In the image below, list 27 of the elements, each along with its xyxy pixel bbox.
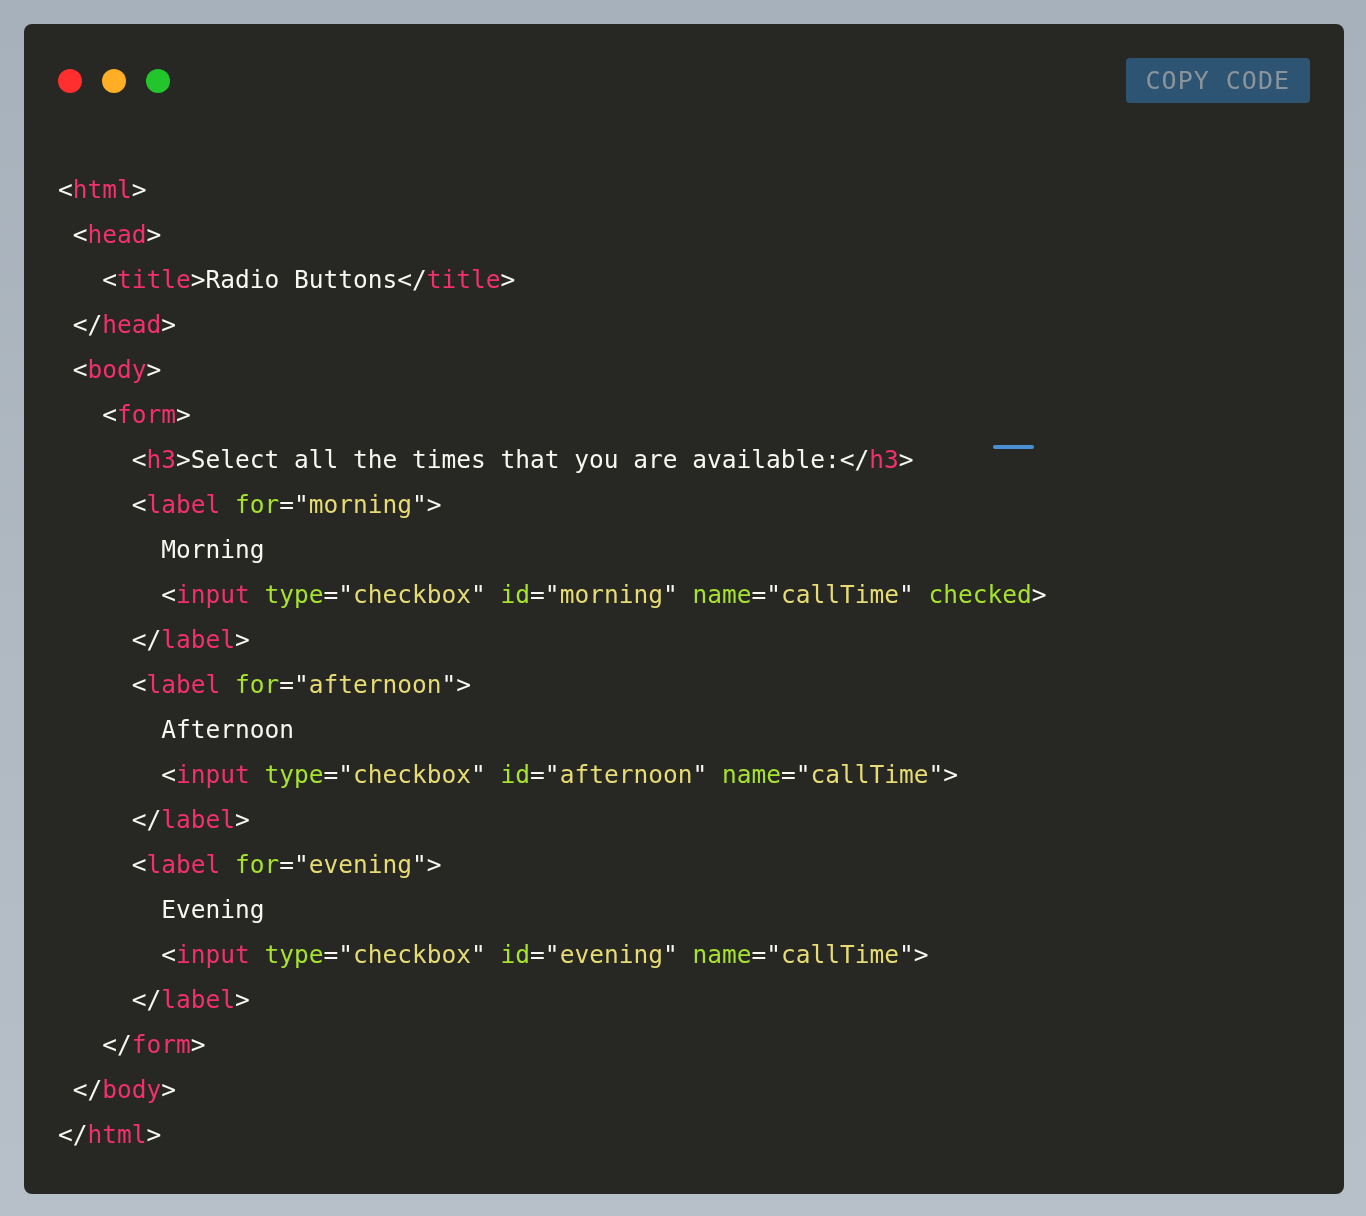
copy-code-button[interactable]: COPY CODE xyxy=(1125,58,1310,103)
code-line: </label> xyxy=(130,804,250,836)
code-line: </head> xyxy=(71,309,177,341)
window-dot-icon[interactable] xyxy=(102,68,126,93)
dash-mark xyxy=(993,445,1034,449)
window-dot-icon[interactable] xyxy=(146,68,170,93)
code-line: <input type="checkbox" id="morning" name="callTime" checked> xyxy=(160,579,1047,611)
code-line: </body> xyxy=(71,1074,177,1106)
code-line: </html> xyxy=(58,1119,162,1151)
code-line: <input type="checkbox" id="afternoon" name="callTime"> xyxy=(160,759,958,791)
code-line: <body> xyxy=(71,354,162,386)
code-line: <h3>Select all the times that you are available:</h3> xyxy=(130,444,914,476)
code-line: <html> xyxy=(58,174,147,206)
code-line: Afternoon xyxy=(160,714,294,746)
code-line: </label> xyxy=(130,624,250,656)
window-dot-icon[interactable] xyxy=(58,68,82,93)
code-line: <label for="morning"> xyxy=(130,489,442,521)
code-line: Evening xyxy=(160,894,265,926)
code-line: <label for="afternoon"> xyxy=(130,669,472,701)
code-line: </label> xyxy=(130,984,250,1016)
code-line: <form> xyxy=(101,399,191,431)
code-line: </form> xyxy=(101,1029,206,1061)
code-line: <title>Radio Buttons</title> xyxy=(101,264,516,296)
code-line: <label for="evening"> xyxy=(130,849,442,881)
code-line: <input type="checkbox" id="evening" name="callTime"> xyxy=(160,939,929,971)
code-line: Morning xyxy=(160,534,265,566)
code-line: <head> xyxy=(71,219,162,251)
